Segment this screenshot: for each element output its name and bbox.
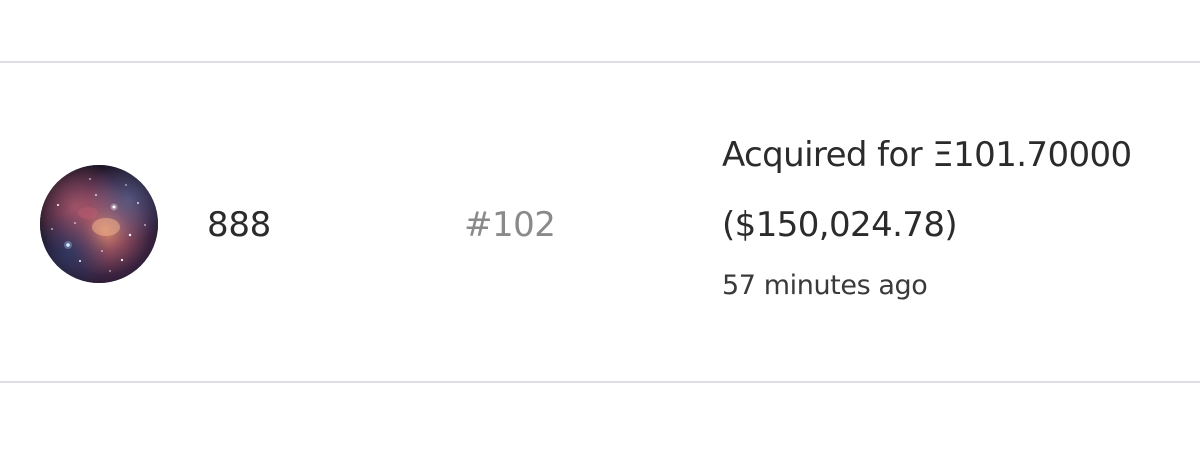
token-id[interactable]: #102 xyxy=(464,203,556,247)
acquired-for-text: Acquired for Ξ101.70000 xyxy=(722,133,1182,177)
time-ago: 57 minutes ago xyxy=(722,270,928,301)
sale-info: Acquired for Ξ101.70000 ($150,024.78) 57… xyxy=(722,133,1182,303)
activity-row[interactable]: 888 #102 Acquired for Ξ101.70000 ($150,0… xyxy=(0,63,1200,381)
nebula-avatar-icon[interactable] xyxy=(40,165,158,283)
eth-symbol-icon: Ξ xyxy=(932,135,954,175)
collection-name[interactable]: 888 xyxy=(207,203,271,247)
usd-amount: ($150,024.78) xyxy=(722,205,958,245)
page: 888 #102 Acquired for Ξ101.70000 ($150,0… xyxy=(0,0,1200,453)
row-divider-bottom xyxy=(0,381,1200,383)
acquired-prefix: Acquired for xyxy=(722,135,933,175)
eth-amount: 101.70000 xyxy=(953,135,1132,175)
